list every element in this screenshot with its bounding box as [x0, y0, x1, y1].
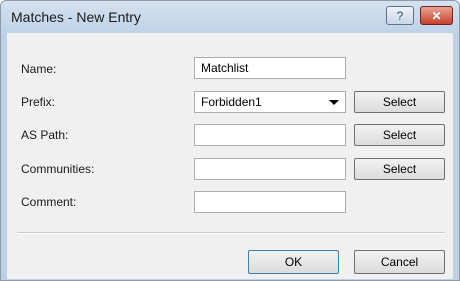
chevron-down-icon[interactable]	[329, 100, 339, 105]
as-path-label: AS Path:	[21, 128, 69, 142]
title-bar[interactable]: Matches - New Entry ? ✕	[1, 1, 459, 33]
prefix-value: Forbidden1	[201, 95, 262, 109]
prefix-select-button[interactable]: Select	[354, 91, 445, 113]
close-icon[interactable]: ✕	[420, 6, 453, 25]
name-label: Name:	[21, 62, 57, 76]
cancel-button[interactable]: Cancel	[354, 250, 445, 274]
as-path-field[interactable]	[194, 124, 346, 146]
comment-label: Comment:	[21, 195, 77, 209]
communities-select-button[interactable]: Select	[354, 158, 445, 180]
communities-label: Communities:	[21, 162, 95, 176]
name-field[interactable]: Matchlist	[194, 57, 346, 79]
ok-button[interactable]: OK	[248, 250, 339, 274]
prefix-label: Prefix:	[21, 95, 56, 109]
comment-field[interactable]	[194, 191, 346, 213]
window-title: Matches - New Entry	[11, 9, 141, 25]
dialog-body: Name: Matchlist Prefix: Forbidden1 Selec…	[7, 33, 453, 279]
communities-field[interactable]	[194, 158, 346, 180]
separator	[17, 232, 445, 234]
help-icon[interactable]: ?	[386, 6, 414, 25]
dialog-window: Matches - New Entry ? ✕ Name: Matchlist …	[0, 0, 460, 281]
as-path-select-button[interactable]: Select	[354, 124, 445, 146]
prefix-dropdown[interactable]: Forbidden1	[194, 91, 346, 113]
